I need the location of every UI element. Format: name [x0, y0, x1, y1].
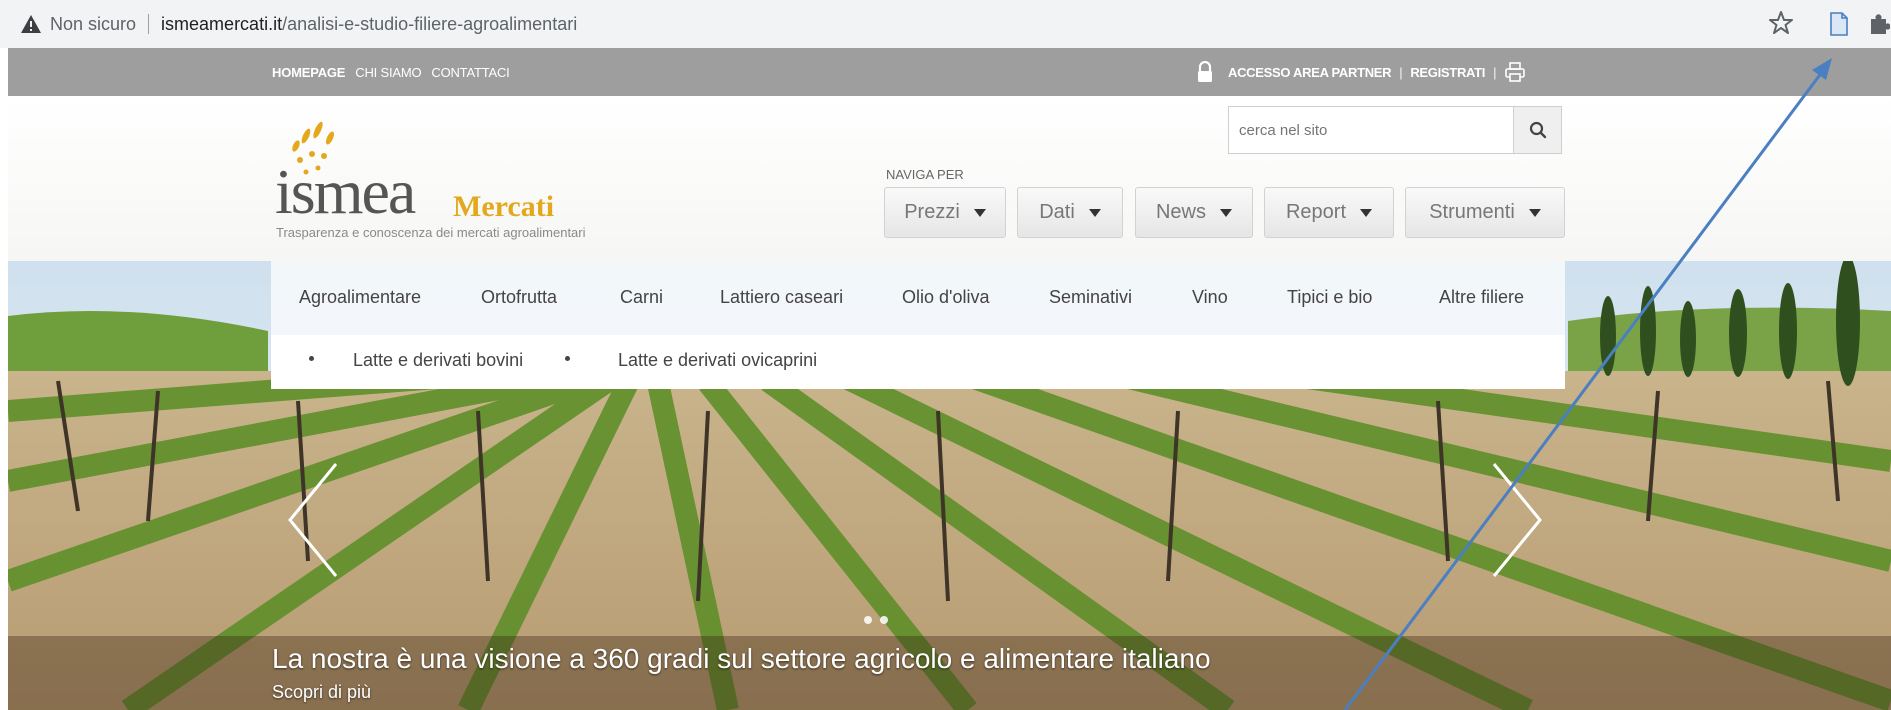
category-carni[interactable]: Carni — [620, 287, 663, 308]
category-olio-d-oliva[interactable]: Olio d'oliva — [902, 287, 989, 308]
homepage-link[interactable]: HOMEPAGE — [272, 65, 345, 80]
caret-down-icon — [1528, 208, 1541, 217]
category-menu: Agroalimentare Ortofrutta Carni Lattiero… — [271, 261, 1565, 389]
nav-prezzi-button[interactable]: Prezzi — [884, 187, 1006, 238]
url-path[interactable]: /analisi-e-studio-filiere-agroalimentari — [282, 14, 577, 35]
ismea-mercati-logo[interactable]: ismea Mercati Trasparenza e conoscenza d… — [270, 112, 660, 242]
carousel-indicator[interactable] — [880, 616, 888, 624]
bullet — [309, 356, 314, 361]
subcategory-bar: Latte e derivati bovini Latte e derivati… — [271, 335, 1565, 389]
search-icon — [1529, 121, 1546, 139]
search-input[interactable] — [1229, 107, 1513, 153]
extensions-icon[interactable] — [1868, 11, 1890, 37]
naviga-per-label: NAVIGA PER — [886, 167, 964, 182]
nav-dati-button[interactable]: Dati — [1017, 187, 1123, 238]
nav-strumenti-button[interactable]: Strumenti — [1405, 187, 1565, 238]
hero-caption: La nostra è una visione a 360 gradi sul … — [272, 643, 1211, 674]
caret-down-icon — [1220, 208, 1232, 217]
print-icon[interactable] — [1504, 62, 1526, 82]
chi-siamo-link[interactable]: CHI SIAMO — [355, 65, 421, 80]
carousel-next-arrow-icon[interactable] — [1486, 460, 1546, 580]
contattaci-link[interactable]: CONTATTACI — [431, 65, 509, 80]
category-bar: Agroalimentare Ortofrutta Carni Lattiero… — [271, 261, 1565, 335]
nav-label: Report — [1285, 201, 1347, 223]
subcategory-latte-ovicaprini[interactable]: Latte e derivati ovicaprini — [618, 350, 817, 371]
nav-label: Dati — [1039, 201, 1075, 223]
account-links: ACCESSO AREA PARTNER | REGISTRATI | — [1196, 48, 1526, 96]
star-icon[interactable] — [1768, 10, 1794, 36]
warning-icon[interactable] — [20, 14, 42, 34]
logo-tagline: Trasparenza e conoscenza dei mercati agr… — [276, 225, 586, 240]
caret-down-icon — [973, 208, 986, 217]
separator: | — [1493, 64, 1497, 80]
lock-icon — [1198, 61, 1212, 82]
logo-mercati: Mercati — [453, 190, 555, 223]
logo-wordmark: ismea — [275, 156, 416, 227]
url-bar[interactable]: Non sicuro ismeamercati.it/analisi-e-stu… — [10, 7, 1805, 41]
nav-label: Strumenti — [1429, 201, 1515, 223]
bullet — [565, 356, 570, 361]
browser-address-bar: Non sicuro ismeamercati.it/analisi-e-stu… — [0, 0, 1891, 48]
url-host[interactable]: ismeamercati.it — [161, 14, 282, 35]
carousel-indicator[interactable] — [864, 616, 872, 624]
category-tipici-e-bio[interactable]: Tipici e bio — [1287, 287, 1372, 308]
top-navigation: HOMEPAGE CHI SIAMO CONTATTACI — [272, 48, 510, 96]
document-icon[interactable] — [1828, 11, 1850, 37]
category-seminativi[interactable]: Seminativi — [1049, 287, 1132, 308]
category-agroalimentare[interactable]: Agroalimentare — [299, 287, 421, 308]
omnibox-divider — [148, 14, 150, 34]
nav-report-button[interactable]: Report — [1264, 187, 1394, 238]
category-vino[interactable]: Vino — [1192, 287, 1228, 308]
caret-down-icon — [1088, 208, 1101, 217]
separator: | — [1399, 64, 1403, 80]
register-link[interactable]: REGISTRATI — [1410, 65, 1485, 80]
nav-news-button[interactable]: News — [1135, 187, 1253, 238]
carousel-prev-arrow-icon[interactable] — [284, 460, 344, 580]
partner-area-link[interactable]: ACCESSO AREA PARTNER — [1228, 65, 1392, 80]
search-button[interactable] — [1513, 107, 1561, 153]
site-search — [1228, 106, 1562, 154]
security-label[interactable]: Non sicuro — [50, 14, 136, 35]
caret-down-icon — [1360, 208, 1373, 217]
site-top-bar: HOMEPAGE CHI SIAMO CONTATTACI ACCESSO AR… — [8, 48, 1891, 96]
subcategory-latte-bovini[interactable]: Latte e derivati bovini — [353, 350, 523, 371]
category-ortofrutta[interactable]: Ortofrutta — [481, 287, 557, 308]
nav-label: Prezzi — [904, 201, 960, 223]
scopri-di-piu-link[interactable]: Scopri di più — [272, 682, 371, 703]
category-altre-filiere[interactable]: Altre filiere — [1439, 287, 1524, 308]
category-lattiero-caseari[interactable]: Lattiero caseari — [720, 287, 843, 308]
nav-label: News — [1155, 201, 1206, 223]
